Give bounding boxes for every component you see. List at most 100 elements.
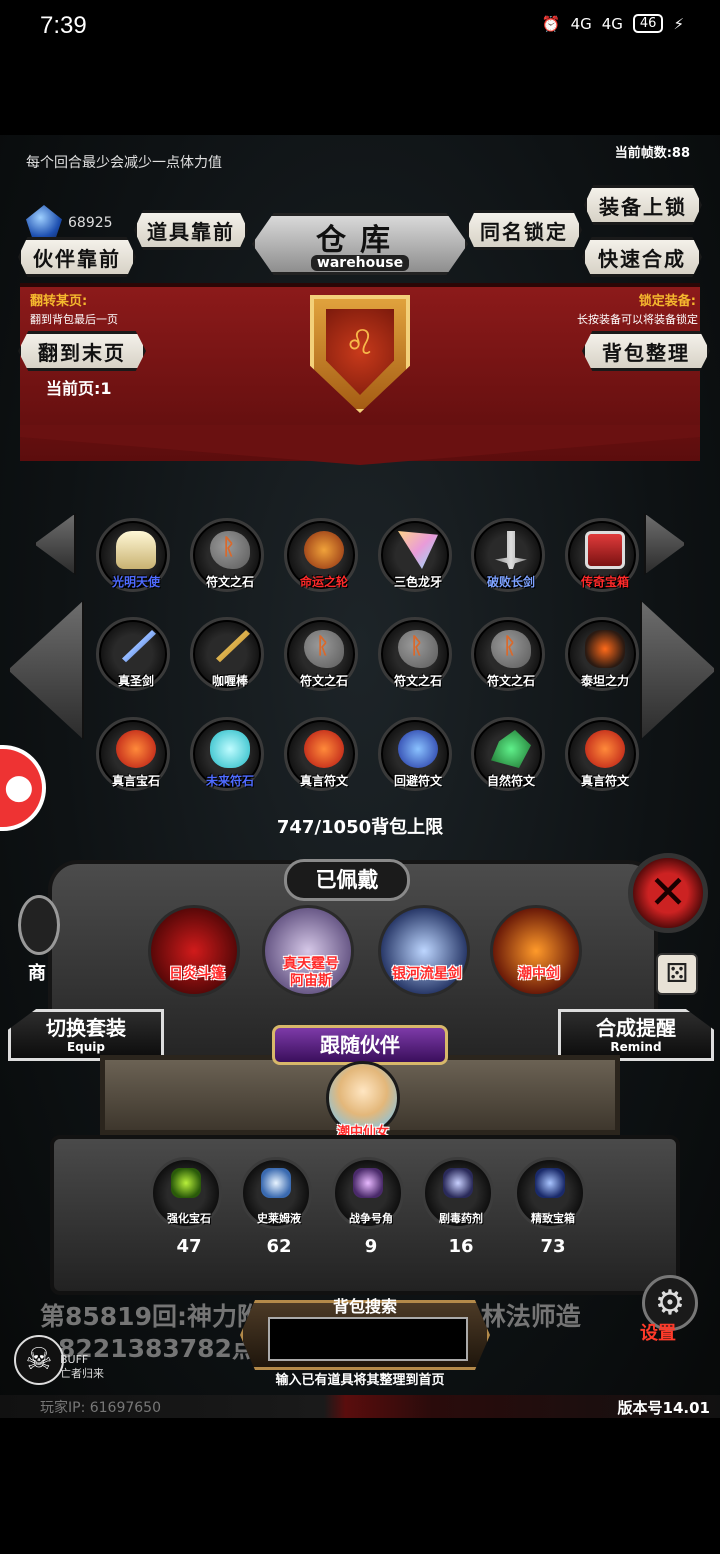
bag-sort-button[interactable]: 背包整理 xyxy=(582,331,710,371)
lock-hint-title: 锁定装备: xyxy=(638,294,696,309)
item-slot[interactable]: 真圣剑 xyxy=(96,617,170,691)
shop-icon[interactable] xyxy=(18,895,60,955)
signal-icon-2: 4G xyxy=(601,14,623,33)
partner-front-button[interactable]: 伙伴靠前 xyxy=(18,237,136,277)
skull-buff-icon[interactable]: ☠ xyxy=(14,1335,64,1385)
merge-remind-label: 合成提醒 xyxy=(596,1016,676,1040)
status-icons: ⏰ 4G 4G 46 ⚡ xyxy=(542,14,684,33)
warehouse-screen: 每个回合最少会减少一点体力值 当前帧数:88 68925 ♌ 仓库 wareho… xyxy=(0,135,720,1418)
item-label: 自然符文 xyxy=(486,774,535,788)
item-label: 真言符文 xyxy=(580,774,629,788)
signal-icon: 4G xyxy=(570,14,592,33)
item-label: 符文之石 xyxy=(205,575,254,589)
tip-text: 每个回合最少会减少一点体力值 xyxy=(26,155,222,171)
item-label: 咖喱棒 xyxy=(211,674,248,688)
consumable-slot[interactable]: 剧毒药剂 16 xyxy=(422,1157,494,1257)
flip-hint-title: 翻转某页: xyxy=(30,294,88,309)
quick-merge-button[interactable]: 快速合成 xyxy=(582,237,702,277)
buff-text: BUFF 亡者归来 xyxy=(60,1353,104,1381)
poison-potion-icon xyxy=(443,1168,473,1198)
bag-search-input[interactable] xyxy=(268,1317,468,1361)
item-label: 破败长剑 xyxy=(486,575,535,589)
fate-wheel-icon xyxy=(304,531,344,569)
status-time: 7:39 xyxy=(40,12,87,39)
item-slot[interactable]: 符文之石 xyxy=(378,617,452,691)
merge-remind-button[interactable]: 合成提醒 Remind xyxy=(558,1009,714,1061)
angel-icon xyxy=(116,531,156,569)
gem-count: 68925 xyxy=(68,215,113,231)
item-slot[interactable]: 传奇宝箱 xyxy=(565,518,639,592)
equip-lock-button[interactable]: 装备上锁 xyxy=(584,185,702,225)
flip-to-end-button[interactable]: 翻到末页 xyxy=(18,331,146,371)
consumable-label: 剧毒药剂 xyxy=(439,1212,483,1225)
item-slot[interactable]: 破败长剑 xyxy=(471,518,545,592)
equipped-label: 潮中剑 xyxy=(518,966,560,982)
item-slot[interactable]: 符文之石 xyxy=(190,518,264,592)
future-rune-icon xyxy=(210,730,250,768)
equipped-slot[interactable]: 潮中剑 xyxy=(490,905,582,997)
switch-set-button[interactable]: 切换套装 Equip xyxy=(8,1009,164,1061)
page-subtitle: warehouse xyxy=(252,255,468,271)
mantra-gem-icon xyxy=(116,730,156,768)
item-slot[interactable]: 真言符文 xyxy=(284,717,358,791)
nav-area xyxy=(0,1418,720,1554)
mantra-rune-icon xyxy=(304,730,344,768)
prev-page-arrow-icon[interactable] xyxy=(8,600,84,740)
switch-set-sub: Equip xyxy=(66,1040,106,1054)
item-label: 符文之石 xyxy=(486,674,535,688)
item-label: 回避符文 xyxy=(393,774,442,788)
gem-icon xyxy=(26,205,62,241)
same-name-lock-button[interactable]: 同名锁定 xyxy=(466,210,582,250)
status-bar: 7:39 ⏰ 4G 4G 46 ⚡ xyxy=(0,0,720,135)
battery-icon: 46 xyxy=(632,14,664,33)
search-hint: 输入已有道具将其整理到首页 xyxy=(275,1373,445,1388)
item-slot[interactable]: 真言符文 xyxy=(565,717,639,791)
ticker-line-1-right: 林法师造 xyxy=(480,1302,581,1331)
item-slot[interactable]: 咖喱棒 xyxy=(190,617,264,691)
consumable-slot[interactable]: 精致宝箱 73 xyxy=(514,1157,586,1257)
flip-hint-desc: 翻到背包最后一页 xyxy=(30,313,118,326)
item-slot[interactable]: 回避符文 xyxy=(378,717,452,791)
item-slot[interactable]: 三色龙牙 xyxy=(378,518,452,592)
consumable-label: 史莱姆液 xyxy=(257,1212,301,1225)
item-slot[interactable]: 光明天使 xyxy=(96,518,170,592)
consumable-count: 62 xyxy=(266,1236,292,1257)
curry-stick-icon xyxy=(216,630,250,663)
consumable-slot[interactable]: 战争号角 9 xyxy=(332,1157,404,1257)
bag-capacity: 747/1050背包上限 xyxy=(276,817,444,838)
consumable-count: 9 xyxy=(364,1236,378,1257)
ruined-sword-icon xyxy=(495,531,527,569)
mantra-rune-icon xyxy=(585,730,625,768)
consumable-slot[interactable]: 史莱姆液 62 xyxy=(240,1157,312,1257)
equipped-slot[interactable]: 真天霆号 阿宙斯 xyxy=(262,905,354,997)
fps-counter: 当前帧数:88 xyxy=(614,146,690,161)
next-page-arrow-icon[interactable] xyxy=(640,600,716,740)
equipped-label: 日炎斗篷 xyxy=(169,966,225,982)
equipped-slot[interactable]: 日炎斗篷 xyxy=(148,905,240,997)
next-page-small-arrow-icon[interactable] xyxy=(644,513,686,575)
prev-page-small-arrow-icon[interactable] xyxy=(34,513,76,575)
close-icon[interactable]: ✕ xyxy=(628,853,708,933)
item-label: 三色龙牙 xyxy=(393,575,442,589)
consumable-slot[interactable]: 强化宝石 47 xyxy=(150,1157,222,1257)
item-slot[interactable]: 真言宝石 xyxy=(96,717,170,791)
player-ip: 玩家IP: 61697650 xyxy=(40,1400,161,1416)
item-slot[interactable]: 自然符文 xyxy=(471,717,545,791)
merge-remind-sub: Remind xyxy=(610,1040,662,1054)
rune-stone-icon xyxy=(210,531,250,569)
follow-partner-title: 跟随伙伴 xyxy=(272,1025,448,1065)
settings-label[interactable]: 设置 xyxy=(640,1319,676,1345)
item-slot[interactable]: 命运之轮 xyxy=(284,518,358,592)
item-slot[interactable]: 泰坦之力 xyxy=(565,617,639,691)
enhance-gem-icon xyxy=(171,1168,201,1198)
dragon-fang-icon xyxy=(398,531,438,569)
equipped-slot[interactable]: 银河流星剑 xyxy=(378,905,470,997)
user-icon: ● xyxy=(4,767,34,807)
item-slot[interactable]: 未来符石 xyxy=(190,717,264,791)
item-slot[interactable]: 符文之石 xyxy=(284,617,358,691)
item-slot[interactable]: 符文之石 xyxy=(471,617,545,691)
dice-icon[interactable]: ⚄ xyxy=(656,953,698,995)
nature-rune-icon xyxy=(491,730,531,768)
consumable-label: 强化宝石 xyxy=(167,1212,211,1225)
items-front-button[interactable]: 道具靠前 xyxy=(134,210,248,250)
